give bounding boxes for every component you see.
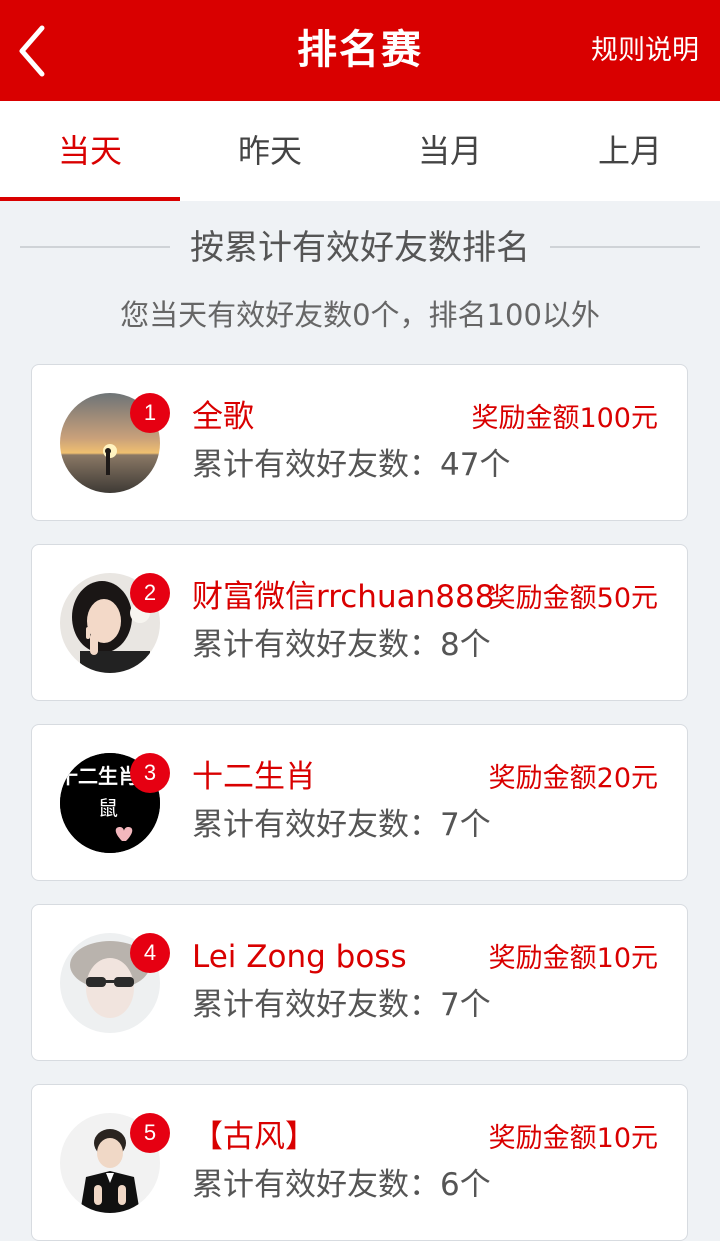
ranking-card[interactable]: 1 全歌 奖励金额100元 累计有效好友数：47个 (31, 364, 688, 521)
user-name: 【古风】 (192, 1119, 316, 1155)
rank-badge: 2 (130, 573, 170, 613)
my-rank-status: 您当天有效好友数0个，排名100以外 (120, 298, 600, 332)
rank-badge: 1 (130, 393, 170, 433)
rank-badge: 5 (130, 1113, 170, 1153)
avatar-text: 十二生肖 (60, 764, 138, 788)
friend-count: 累计有效好友数：6个 (192, 1167, 491, 1203)
user-name: 十二生肖 (192, 759, 316, 795)
friend-count: 累计有效好友数：47个 (192, 447, 511, 483)
user-name: 财富微信rrchuan888 (192, 579, 495, 615)
reward-amount: 奖励金额10元 (488, 1123, 658, 1154)
ranking-card[interactable]: 2 财富微信rrchuan888 奖励金额50元 累计有效好友数：8个 (31, 544, 688, 701)
reward-amount: 奖励金额100元 (471, 403, 658, 434)
friend-count: 累计有效好友数：7个 (192, 807, 491, 843)
rank-badge: 3 (130, 753, 170, 793)
ranking-heading-text: 按累计有效好友数排名 (190, 228, 530, 268)
tab-last-month[interactable]: 上月 (540, 101, 720, 201)
tab-this-month[interactable]: 当月 (360, 101, 540, 201)
avatar-text: 鼠 (98, 796, 118, 820)
tab-yesterday[interactable]: 昨天 (180, 101, 360, 201)
reward-amount: 奖励金额20元 (488, 763, 658, 794)
period-tabs: 当天 昨天 当月 上月 (0, 101, 720, 201)
friend-count: 累计有效好友数：7个 (192, 987, 491, 1023)
rules-button[interactable]: 规则说明 (591, 0, 699, 101)
ranking-card[interactable]: 十二生肖 鼠 3 十二生肖 奖励金额20元 累计有效好友数：7个 (31, 724, 688, 881)
user-name: 全歌 (192, 399, 254, 435)
ranking-heading: 按累计有效好友数排名 (0, 220, 720, 276)
ranking-card[interactable]: 5 【古风】 奖励金额10元 累计有效好友数：6个 (31, 1084, 688, 1241)
reward-amount: 奖励金额50元 (488, 583, 658, 614)
tab-today[interactable]: 当天 (0, 101, 180, 201)
ranking-card[interactable]: 4 Lei Zong boss 奖励金额10元 累计有效好友数：7个 (31, 904, 688, 1061)
reward-amount: 奖励金额10元 (488, 943, 658, 974)
rank-badge: 4 (130, 933, 170, 973)
divider-right (550, 246, 700, 248)
friend-count: 累计有效好友数：8个 (192, 627, 491, 663)
top-bar: 排名赛 规则说明 (0, 0, 720, 101)
user-name: Lei Zong boss (192, 939, 407, 975)
